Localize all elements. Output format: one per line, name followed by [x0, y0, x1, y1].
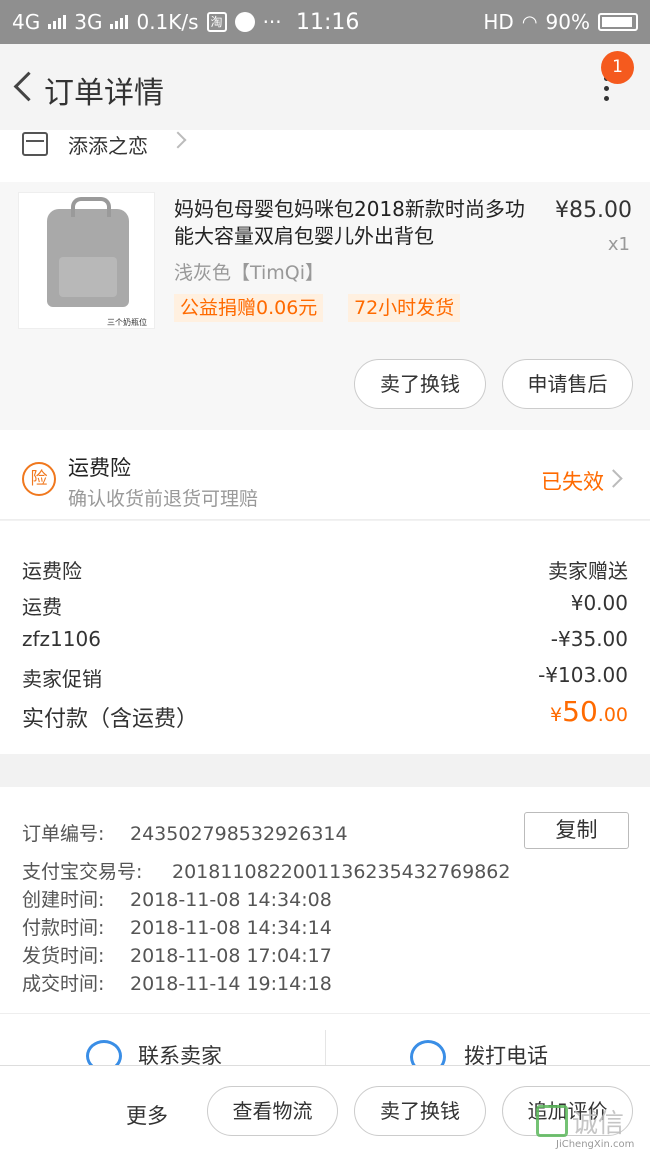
shipping-insurance-row[interactable]: 险 运费险 确认收货前退货可理赔 已失效	[0, 430, 650, 520]
backpack-icon	[47, 197, 129, 307]
watermark-text: 诚信	[572, 1109, 625, 1139]
watermark-icon	[536, 1105, 568, 1137]
total-decimal: .00	[597, 704, 628, 726]
cost-label: zfz1106	[22, 627, 101, 651]
order-info: 订单编号: 243502798532926314 复制 支付宝交易号: 201811…	[0, 787, 650, 1013]
total-amount: ¥50.00	[550, 695, 628, 728]
alipay-number: 2018110822001136235432769862	[172, 861, 511, 883]
done-label: 成交时间:	[22, 973, 105, 995]
sell-button[interactable]: 卖了换钱	[354, 359, 486, 409]
status-bar: 4G 3G 0.1K/s 淘 ··· 11:16 HD ◠ 90%	[0, 0, 650, 44]
shipped-label: 发货时间:	[22, 945, 105, 967]
created-time: 2018-11-08 14:34:08	[130, 889, 332, 911]
alipay-row: 支付宝交易号: 2018110822001136235432769862	[22, 857, 510, 884]
store-icon	[22, 132, 48, 156]
order-number-row: 订单编号: 243502798532926314	[22, 819, 348, 846]
battery-percent: 90%	[545, 10, 590, 34]
product-card: 三个奶瓶位 妈妈包母婴包妈咪包2018新款时尚多功能大容量双肩包婴儿外出背包 ¥…	[0, 182, 650, 430]
call-phone-button[interactable]: 拨打电话	[464, 1040, 548, 1065]
insurance-subtitle: 确认收货前退货可理赔	[68, 488, 259, 510]
signal-icon	[110, 15, 129, 29]
more-button[interactable]: 更多	[126, 1100, 168, 1130]
product-quantity: x1	[607, 234, 630, 255]
clock: 11:16	[296, 9, 360, 35]
done-time: 2018-11-14 19:14:18	[130, 973, 332, 995]
watermark-url: JiChengXin.com	[556, 1139, 635, 1150]
cost-breakdown: 运费险 卖家赠送 运费 ¥0.00 zfz1106 -¥35.00 卖家促销 -…	[0, 521, 650, 754]
status-right: HD ◠ 90%	[483, 10, 638, 34]
created-row: 创建时间: 2018-11-08 14:34:08	[22, 885, 332, 912]
cost-row: zfz1106 -¥35.00	[22, 627, 628, 651]
cost-row: 运费 ¥0.00	[22, 591, 628, 620]
created-label: 创建时间:	[22, 889, 105, 911]
divider	[325, 1030, 326, 1065]
paid-label: 付款时间:	[22, 917, 105, 939]
contact-seller-button[interactable]: 联系卖家	[138, 1040, 222, 1065]
page-title: 订单详情	[44, 76, 164, 111]
done-row: 成交时间: 2018-11-14 19:14:18	[22, 969, 332, 996]
cost-value: -¥35.00	[550, 627, 628, 651]
total-label: 实付款（含运费）	[22, 707, 199, 732]
cost-value: -¥103.00	[538, 663, 628, 687]
total-row: 实付款（含运费） ¥50.00	[22, 695, 628, 733]
network-3g-label: 3G	[74, 10, 103, 34]
chat-icon[interactable]	[86, 1040, 122, 1065]
back-icon[interactable]	[10, 70, 40, 104]
product-sku: 浅灰色【TimQi】	[174, 262, 325, 284]
insurance-icon: 险	[22, 462, 56, 496]
total-integer: 50	[562, 695, 598, 728]
sell-for-cash-button[interactable]: 卖了换钱	[354, 1086, 486, 1136]
signal-icon	[48, 15, 67, 29]
order-number: 243502798532926314	[130, 823, 348, 845]
contact-row: 联系卖家 拨打电话	[0, 1013, 650, 1065]
network-speed: 0.1K/s	[136, 10, 199, 34]
cost-value: ¥0.00	[570, 591, 628, 615]
cost-label: 卖家促销	[22, 667, 102, 691]
insurance-title: 运费险	[68, 456, 131, 480]
charity-tag: 公益捐赠0.06元	[174, 294, 324, 322]
taobao-icon: 淘	[206, 12, 227, 32]
order-number-label: 订单编号:	[22, 823, 105, 845]
view-logistics-button[interactable]: 查看物流	[207, 1086, 338, 1136]
wifi-icon: ◠	[521, 11, 538, 33]
total-currency: ¥	[550, 704, 563, 726]
battery-icon	[598, 13, 638, 31]
product-title[interactable]: 妈妈包母婴包妈咪包2018新款时尚多功能大容量双肩包婴儿外出背包	[174, 196, 530, 250]
paid-time: 2018-11-08 14:34:14	[130, 917, 332, 939]
cost-value: 卖家赠送	[548, 559, 628, 583]
phone-icon[interactable]	[410, 1040, 446, 1065]
cost-row: 运费险 卖家赠送	[22, 555, 628, 584]
chevron-right-icon	[604, 469, 623, 488]
product-image-caption: 三个奶瓶位	[107, 318, 147, 327]
product-price: ¥85.00	[555, 198, 632, 223]
bottom-action-bar: 更多 查看物流 卖了换钱 追加评价 诚信 JiChengXin.com	[0, 1065, 650, 1155]
insurance-status: 已失效	[541, 470, 604, 494]
after-sale-button[interactable]: 申请售后	[502, 359, 633, 409]
notification-badge: 1	[601, 51, 634, 84]
shop-name: 添添之恋	[68, 134, 148, 158]
shipped-time: 2018-11-08 17:04:17	[130, 945, 332, 967]
product-image[interactable]: 三个奶瓶位	[18, 192, 155, 329]
cost-row: 卖家促销 -¥103.00	[22, 663, 628, 692]
more-notifications-icon: ···	[262, 10, 282, 34]
hd-label: HD	[483, 10, 514, 34]
paid-row: 付款时间: 2018-11-08 14:34:14	[22, 913, 332, 940]
chevron-right-icon	[169, 131, 187, 149]
copy-button[interactable]: 复制	[524, 812, 629, 849]
shop-row[interactable]: 添添之恋	[0, 130, 650, 182]
cost-label: 运费	[22, 595, 62, 619]
shipping-tag: 72小时发货	[348, 294, 461, 322]
status-left: 4G 3G 0.1K/s 淘 ···	[12, 10, 282, 34]
planet-icon	[234, 12, 255, 32]
alipay-label: 支付宝交易号:	[22, 861, 143, 883]
navbar: 订单详情	[0, 44, 650, 130]
watermark-logo: 诚信 JiChengXin.com	[532, 1099, 650, 1155]
network-4g-label: 4G	[12, 10, 41, 34]
shipped-row: 发货时间: 2018-11-08 17:04:17	[22, 941, 332, 968]
cost-label: 运费险	[22, 559, 82, 583]
